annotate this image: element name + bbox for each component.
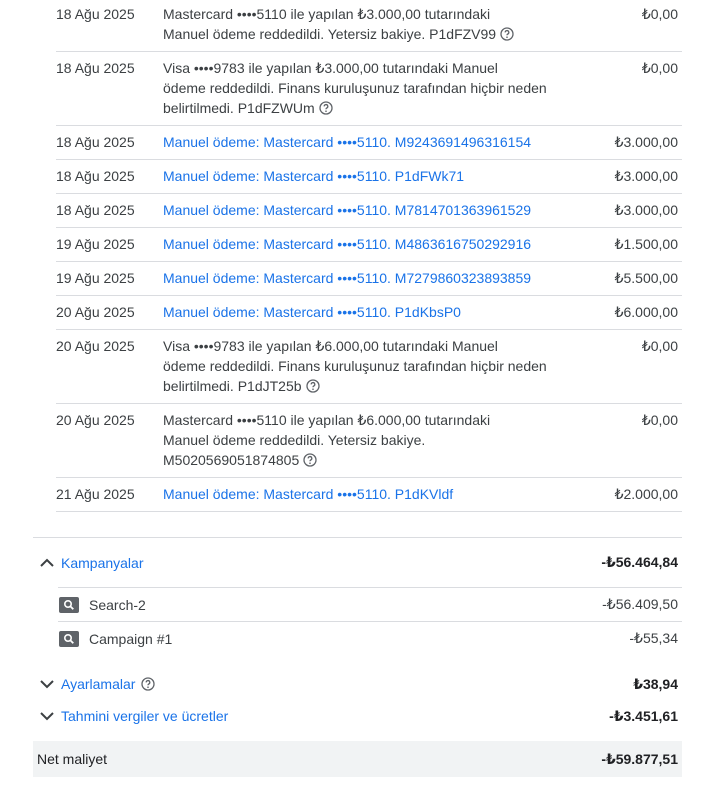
transaction-row: 18 Ağu 2025 Visa ••••9783 ile yapılan ₺3.… (56, 52, 682, 126)
transaction-row: 19 Ağu 2025 Manuel ödeme: Mastercard ••••… (56, 262, 682, 296)
transaction-amount: ₺1.500,00 (614, 236, 678, 252)
transaction-description: Manuel ödeme: Mastercard ••••5110. P1dFW… (163, 166, 583, 186)
description-line: Visa ••••9783 ile yapılan ₺3.000,00 tuta… (163, 60, 498, 76)
transaction-description: Manuel ödeme: Mastercard ••••5110. M4863… (163, 234, 583, 254)
campaign-row-campaign-1: Campaign #1 -₺55,34 (58, 621, 682, 655)
payment-link[interactable]: Manuel ödeme: Mastercard ••••5110. M7814… (163, 202, 531, 218)
transaction-description: Manuel ödeme: Mastercard ••••5110. M7814… (163, 200, 583, 220)
transaction-date: 21 Ağu 2025 (56, 486, 135, 502)
description-line: ödeme reddedildi. Finans kuruluşunuz tar… (163, 80, 547, 96)
taxes-label[interactable]: Tahmini vergiler ve ücretler (61, 708, 228, 724)
transaction-description: Manuel ödeme: Mastercard ••••5110. M7279… (163, 268, 583, 288)
transaction-amount: ₺0,00 (641, 60, 678, 76)
transaction-date: 18 Ağu 2025 (56, 60, 135, 76)
transaction-date: 19 Ağu 2025 (56, 270, 135, 286)
search-icon (59, 630, 79, 647)
campaign-row-search-2: Search-2 -₺56.409,50 (58, 587, 682, 621)
help-icon[interactable] (319, 101, 333, 115)
search-icon (59, 596, 79, 613)
transaction-date: 18 Ağu 2025 (56, 168, 135, 184)
transaction-amount: ₺0,00 (641, 412, 678, 428)
taxes-row[interactable]: Tahmini vergiler ve ücretler -₺3.451,61 (33, 703, 682, 729)
description-line: M5020569051874805 (163, 452, 300, 468)
transaction-amount: ₺0,00 (641, 338, 678, 354)
transaction-date: 18 Ağu 2025 (56, 6, 135, 22)
description-line: Mastercard ••••5110 ile yapılan ₺3.000,0… (163, 6, 491, 22)
payment-link[interactable]: Manuel ödeme: Mastercard ••••5110. M4863… (163, 236, 531, 252)
transaction-description: Visa ••••9783 ile yapılan ₺3.000,00 tuta… (163, 58, 583, 118)
campaigns-row[interactable]: Kampanyalar -₺56.464,84 (33, 538, 682, 587)
transaction-date: 20 Ağu 2025 (56, 412, 135, 428)
transaction-amount: ₺3.000,00 (614, 168, 678, 184)
transaction-row: 21 Ağu 2025 Manuel ödeme: Mastercard ••••… (56, 478, 682, 512)
net-cost-value: -₺59.877,51 (601, 750, 678, 767)
adjustments-value: ₺38,94 (633, 675, 678, 692)
transaction-row: 20 Ağu 2025 Manuel ödeme: Mastercard ••••… (56, 296, 682, 330)
transaction-description: Mastercard ••••5110 ile yapılan ₺3.000,0… (163, 4, 583, 44)
help-icon[interactable] (141, 677, 156, 691)
transaction-row: 18 Ağu 2025 Mastercard ••••5110 ile yapıl… (56, 0, 682, 52)
net-cost-row: Net maliyet -₺59.877,51 (33, 741, 682, 777)
transaction-row: 20 Ağu 2025 Mastercard ••••5110 ile yapıl… (56, 404, 682, 478)
taxes-value: -₺3.451,61 (609, 707, 678, 724)
transaction-date: 18 Ağu 2025 (56, 134, 135, 150)
payment-link[interactable]: Manuel ödeme: Mastercard ••••5110. M9243… (163, 134, 531, 150)
campaign-value: -₺56.409,50 (602, 596, 678, 612)
description-line: ödeme reddedildi. Finans kuruluşunuz tar… (163, 358, 547, 374)
campaigns-value: -₺56.464,84 (601, 554, 678, 570)
description-line: belirtilmedi. P1dFZWUm (163, 100, 315, 116)
transaction-amount: ₺6.000,00 (614, 304, 678, 320)
transaction-date: 18 Ağu 2025 (56, 202, 135, 218)
transaction-description: Mastercard ••••5110 ile yapılan ₺6.000,0… (163, 410, 583, 470)
transaction-row: 18 Ağu 2025 Manuel ödeme: Mastercard ••••… (56, 194, 682, 228)
payment-link[interactable]: Manuel ödeme: Mastercard ••••5110. P1dKb… (163, 304, 461, 320)
transaction-amount: ₺3.000,00 (614, 134, 678, 150)
campaign-name: Campaign #1 (89, 630, 173, 647)
transaction-description: Manuel ödeme: Mastercard ••••5110. M9243… (163, 132, 583, 152)
transaction-amount: ₺0,00 (641, 6, 678, 22)
help-icon[interactable] (500, 27, 514, 41)
help-icon[interactable] (305, 379, 320, 393)
transaction-date: 19 Ağu 2025 (56, 236, 135, 252)
description-line: Visa ••••9783 ile yapılan ₺6.000,00 tuta… (163, 338, 498, 354)
transaction-row: 19 Ağu 2025 Manuel ödeme: Mastercard ••••… (56, 228, 682, 262)
campaigns-label[interactable]: Kampanyalar (61, 555, 144, 571)
transaction-row: 18 Ağu 2025 Manuel ödeme: Mastercard ••••… (56, 126, 682, 160)
transaction-amount: ₺5.500,00 (614, 270, 678, 286)
transactions-list: 18 Ağu 2025 Mastercard ••••5110 ile yapıl… (56, 0, 682, 512)
transaction-amount: ₺2.000,00 (614, 486, 678, 502)
description-line: Mastercard ••••5110 ile yapılan ₺6.000,0… (163, 412, 491, 428)
transaction-amount: ₺3.000,00 (614, 202, 678, 218)
chevron-up-icon[interactable] (35, 551, 59, 575)
description-line: belirtilmedi. P1dJT25b (163, 378, 302, 394)
transaction-row: 18 Ağu 2025 Manuel ödeme: Mastercard ••••… (56, 160, 682, 194)
transaction-date: 20 Ağu 2025 (56, 338, 135, 354)
chevron-down-icon[interactable] (35, 672, 59, 696)
transaction-date: 20 Ağu 2025 (56, 304, 135, 320)
campaign-value: -₺55,34 (629, 630, 678, 646)
adjustments-row[interactable]: Ayarlamalar ₺38,94 (33, 671, 682, 697)
transaction-description: Visa ••••9783 ile yapılan ₺6.000,00 tuta… (163, 336, 583, 396)
adjustments-label[interactable]: Ayarlamalar (61, 676, 135, 692)
description-line: Manuel ödeme reddedildi. Yetersiz bakiye… (163, 26, 497, 42)
transaction-description: Manuel ödeme: Mastercard ••••5110. P1dKb… (163, 302, 583, 322)
description-line: Manuel ödeme reddedildi. Yetersiz bakiye… (163, 432, 426, 448)
chevron-down-icon[interactable] (35, 704, 59, 728)
transaction-description: Manuel ödeme: Mastercard ••••5110. P1dKV… (163, 484, 583, 504)
payment-link[interactable]: Manuel ödeme: Mastercard ••••5110. P1dKV… (163, 486, 453, 502)
transaction-row: 20 Ağu 2025 Visa ••••9783 ile yapılan ₺6.… (56, 330, 682, 404)
payment-link[interactable]: Manuel ödeme: Mastercard ••••5110. P1dFW… (163, 168, 464, 184)
net-cost-label: Net maliyet (37, 751, 108, 767)
payment-link[interactable]: Manuel ödeme: Mastercard ••••5110. M7279… (163, 270, 531, 286)
help-icon[interactable] (303, 453, 317, 467)
campaign-name: Search-2 (89, 596, 146, 613)
cost-summary: Kampanyalar -₺56.464,84 Search-2 -₺56.40… (33, 537, 682, 777)
